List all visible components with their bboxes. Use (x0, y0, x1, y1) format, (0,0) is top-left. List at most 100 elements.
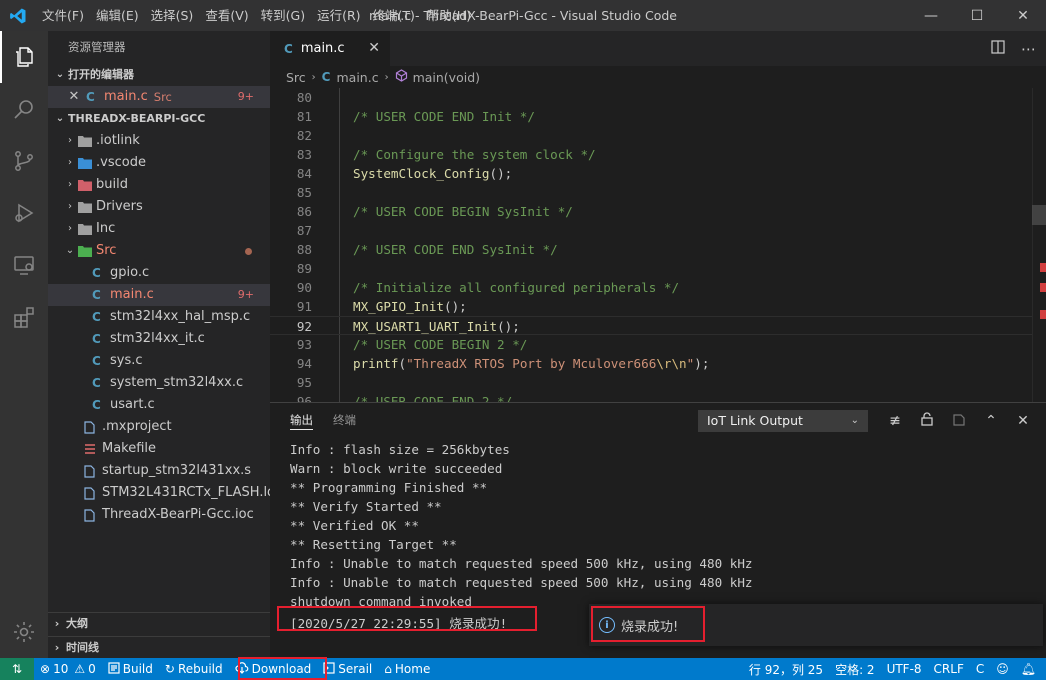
language-mode[interactable]: C (970, 658, 990, 680)
tree-item-inc[interactable]: › Inc (48, 218, 270, 240)
close-tab-icon[interactable]: ✕ (368, 40, 380, 56)
tree-item-hal-msp[interactable]: C stm32l4xx_hal_msp.c (48, 306, 270, 328)
tree-item-gpio[interactable]: C gpio.c (48, 262, 270, 284)
tree-item-vscode[interactable]: › .vscode (48, 152, 270, 174)
tree-item-mxproject[interactable]: .mxproject (48, 416, 270, 438)
tree-item-it[interactable]: C stm32l4xx_it.c (48, 328, 270, 350)
split-editor-icon[interactable] (991, 39, 1005, 58)
menu-view[interactable]: 查看(V) (199, 0, 254, 31)
more-actions-icon[interactable]: ⋯ (1021, 40, 1036, 58)
tree-item-makefile[interactable]: Makefile (48, 438, 270, 460)
tree-item-main[interactable]: C main.c 9+ (48, 284, 270, 306)
source-control-icon[interactable] (0, 135, 48, 187)
output-channel-select[interactable]: IoT Link Output ⌄ (698, 410, 868, 432)
maximize-panel-icon[interactable]: ⌃ (982, 413, 1000, 429)
tree-item-usart[interactable]: C usart.c (48, 394, 270, 416)
cursor-position[interactable]: 行 92，列 25 (743, 658, 829, 680)
tab-output[interactable]: 输出 (290, 403, 313, 438)
encoding[interactable]: UTF-8 (881, 658, 928, 680)
tree-item-iotlink[interactable]: › .iotlink (48, 130, 270, 152)
menu-run[interactable]: 运行(R) (311, 0, 366, 31)
notifications-bell-icon[interactable]: 🔔︎ (1015, 658, 1042, 680)
chevron-down-icon: ⌄ (55, 69, 65, 80)
code-line[interactable]: 93 /* USER CODE BEGIN 2 */ (270, 335, 1032, 354)
breadcrumb-file[interactable]: main.c (336, 70, 378, 85)
menu-selection[interactable]: 选择(S) (145, 0, 200, 31)
timeline-header[interactable]: › 时间线 (48, 636, 270, 658)
menu-go[interactable]: 转到(G) (255, 0, 311, 31)
tree-item-system[interactable]: C system_stm32l4xx.c (48, 372, 270, 394)
project-header[interactable]: ⌄ THREADX-BEARPI-GCC (48, 108, 270, 130)
outline-header[interactable]: › 大纲 (48, 612, 270, 634)
clear-output-icon[interactable]: ≢ (886, 413, 904, 429)
chevron-right-icon: › (68, 223, 72, 234)
scrollbar-thumb[interactable] (1032, 205, 1046, 225)
feedback-icon[interactable]: ☺ (990, 658, 1015, 680)
code-line[interactable]: 95 (270, 373, 1032, 392)
tree-item-src[interactable]: ⌄ Src (48, 240, 270, 262)
open-editor-item[interactable]: ✕ C main.c Src 9+ (48, 86, 270, 108)
tree-item-startup[interactable]: startup_stm32l431xx.s (48, 460, 270, 482)
code-line[interactable]: 85 (270, 183, 1032, 202)
output-line: Warn : block write succeeded (290, 461, 503, 476)
close-panel-icon[interactable]: ✕ (1014, 413, 1032, 429)
menu-help[interactable]: 帮助(H) (421, 0, 477, 31)
code-line[interactable]: 81 /* USER CODE END Init */ (270, 107, 1032, 126)
code-line[interactable]: 80 (270, 88, 1032, 107)
tab-main-c[interactable]: C main.c ✕ (270, 31, 390, 66)
code-editor[interactable]: 80 81 /* USER CODE END Init */ 82 83 /* Confi… (270, 88, 1046, 402)
tree-item-label: .iotlink (96, 133, 140, 148)
code-text: /* USER CODE END Init */ (353, 109, 535, 124)
breadcrumb-symbol[interactable]: main(void) (413, 70, 480, 85)
code-line[interactable]: 83 /* Configure the system clock */ (270, 145, 1032, 164)
folder-icon (78, 223, 96, 235)
makefile-icon (84, 443, 102, 455)
code-line[interactable]: 91 MX_GPIO_Init(); (270, 297, 1032, 316)
open-log-icon[interactable] (950, 412, 968, 430)
indentation[interactable]: 空格: 2 (829, 658, 881, 680)
error-count: 10 (53, 662, 69, 676)
code-text: /* USER CODE END SysInit */ (353, 242, 558, 257)
tree-item-sys[interactable]: C sys.c (48, 350, 270, 372)
code-line[interactable]: 89 (270, 259, 1032, 278)
code-line[interactable]: 90 /* Initialize all configured periphera… (270, 278, 1032, 297)
remote-icon[interactable]: ⇅ (0, 658, 34, 680)
menu-file[interactable]: 文件(F) (36, 0, 90, 31)
open-editors-header[interactable]: ⌄ 打开的编辑器 (48, 64, 270, 86)
menu-edit[interactable]: 编辑(E) (90, 0, 145, 31)
build-button[interactable]: Build (102, 658, 159, 680)
rebuild-button[interactable]: ↻ Rebuild (159, 658, 229, 680)
editor-scrollbar[interactable] (1032, 88, 1046, 402)
error-icon: ⊗ (40, 662, 51, 676)
search-icon[interactable] (0, 83, 48, 135)
tree-item-build[interactable]: › build (48, 174, 270, 196)
maximize-button[interactable]: ☐ (954, 0, 1000, 31)
code-line[interactable]: 92 MX_USART1_UART_Init(); (270, 316, 1032, 335)
code-line[interactable]: 86 /* USER CODE BEGIN SysInit */ (270, 202, 1032, 221)
code-line[interactable]: 84 SystemClock_Config(); (270, 164, 1032, 183)
code-line[interactable]: 94 printf("ThreadX RTOS Port by Mculover6… (270, 354, 1032, 373)
code-line[interactable]: 88 /* USER CODE END SysInit */ (270, 240, 1032, 259)
code-text: printf("ThreadX RTOS Port by Mculover666… (353, 356, 710, 371)
tree-item-ld[interactable]: STM32L431RCTx_FLASH.ld (48, 482, 275, 504)
code-line[interactable]: 82 (270, 126, 1032, 145)
code-line[interactable]: 96 /* USER CODE END 2 */ (270, 392, 1032, 402)
close-window-button[interactable]: ✕ (1000, 0, 1046, 31)
minimize-button[interactable]: — (908, 0, 954, 31)
breadcrumb-folder[interactable]: Src (286, 70, 306, 85)
close-icon[interactable]: ✕ (66, 86, 82, 108)
manage-gear-icon[interactable] (0, 606, 48, 658)
extensions-icon[interactable] (0, 291, 48, 343)
code-line[interactable]: 87 (270, 221, 1032, 240)
menu-terminal[interactable]: 终端(T) (367, 0, 421, 31)
home-button[interactable]: ⌂ Home (378, 658, 436, 680)
tree-item-ioc[interactable]: ThreadX-BearPi-Gcc.ioc (48, 504, 270, 526)
tree-item-drivers[interactable]: › Drivers (48, 196, 270, 218)
explorer-icon[interactable] (0, 31, 48, 83)
tab-terminal[interactable]: 终端 (333, 403, 356, 438)
end-of-line[interactable]: CRLF (928, 658, 970, 680)
remote-explorer-icon[interactable] (0, 239, 48, 291)
problems-status[interactable]: ⊗ 10 ⚠ 0 (34, 658, 102, 680)
run-debug-icon[interactable] (0, 187, 48, 239)
lock-scroll-icon[interactable] (918, 411, 936, 430)
